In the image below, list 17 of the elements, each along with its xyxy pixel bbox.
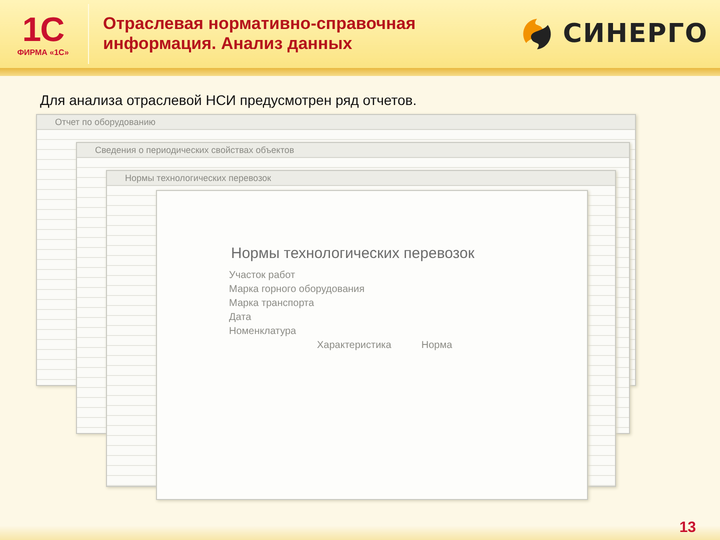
report-title: Нормы технологических перевозок: [230, 245, 476, 262]
window-title: Сведения о периодических свойствах объектов: [95, 145, 294, 155]
grouping-field: Марка горного оборудования: [229, 284, 587, 295]
intro-text: Для анализа отраслевой НСИ предусмотрен ряд отчетов.: [40, 92, 418, 108]
partner-wordmark: СИНЕРГО: [562, 19, 708, 49]
column-header: Характеристика: [317, 340, 392, 351]
logo-text: 1С: [22, 12, 64, 48]
window-title: Отчет по оборудованию: [55, 117, 156, 127]
page-number: 13: [679, 519, 696, 536]
window-title: Нормы технологических перевозок: [125, 173, 272, 183]
grouping-field: Участок работ: [229, 270, 587, 281]
slide-title: Отраслевая нормативно-справочная информация. Анализ данных: [103, 14, 417, 54]
column-header: Норма: [421, 340, 452, 351]
grouping-field: Номенклатура: [229, 326, 587, 337]
grouping-field: Марка транспорта: [229, 298, 587, 309]
logo-caption: ФИРМА «1С»: [17, 48, 69, 56]
grouping-field: Дата: [229, 312, 587, 323]
